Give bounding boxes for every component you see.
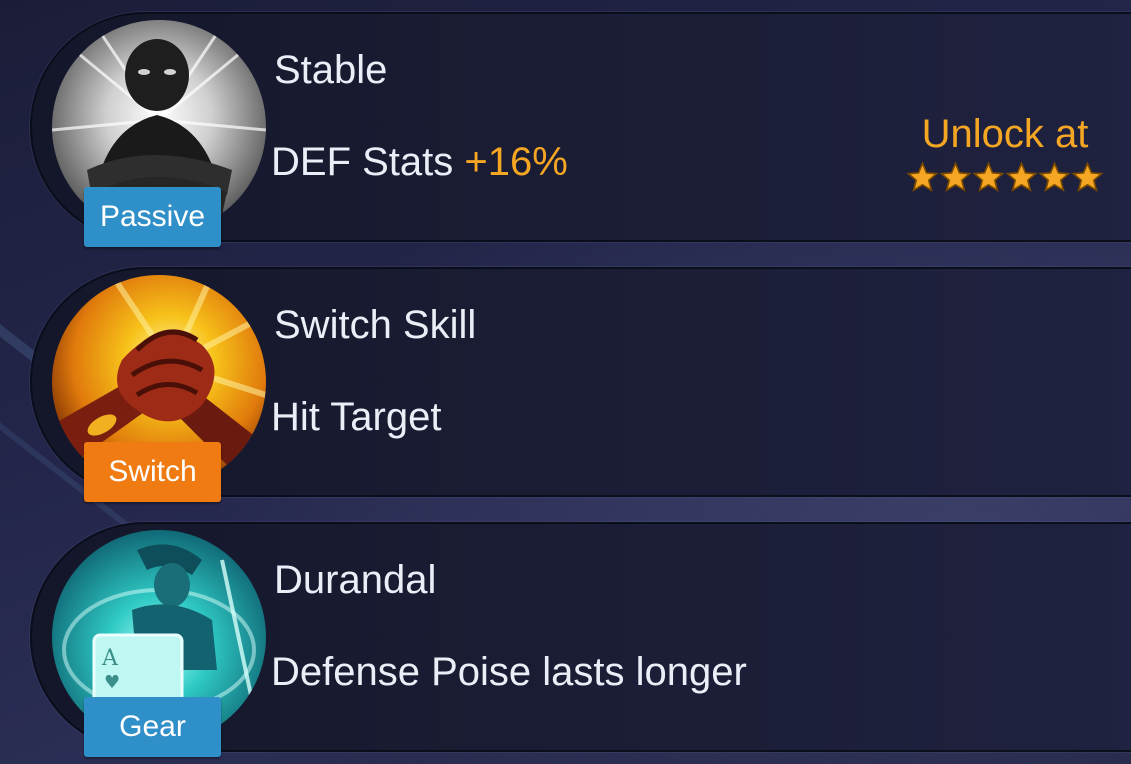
skill-title: Switch Skill (274, 303, 477, 347)
skill-title: Stable (274, 48, 388, 92)
star-icon (1071, 161, 1104, 192)
skill-description: Defense Poise lasts longer (271, 650, 747, 694)
star-rating (900, 161, 1110, 194)
unlock-label: Unlock at (921, 112, 1089, 156)
star-icon (939, 161, 972, 192)
svg-text:♥: ♥ (104, 672, 120, 693)
stat-bonus: +16% (464, 140, 568, 184)
unlock-requirement: Unlock at (900, 112, 1110, 194)
skill-row-switch[interactable]: Switch Switch Skill Hit Target (30, 267, 1131, 502)
skill-row-stable[interactable]: Passive Stable DEF Stats +16% Unlock at (30, 12, 1131, 247)
star-icon (972, 161, 1005, 192)
passive-tag: Passive (84, 187, 221, 247)
skill-description-text: DEF Stats (271, 140, 454, 184)
skill-row-durandal[interactable]: A ♥ Gear Durandal Defense Poise lasts lo… (30, 522, 1131, 757)
skill-description: Hit Target (271, 395, 442, 439)
switch-tag: Switch (84, 442, 221, 502)
star-icon (906, 161, 939, 192)
skill-title: Durandal (274, 558, 437, 602)
star-icon (1005, 161, 1038, 192)
skill-description: DEF Stats +16% (271, 140, 568, 185)
gear-tag: Gear (84, 697, 221, 757)
svg-text:A: A (101, 646, 119, 671)
star-icon (1038, 161, 1071, 192)
